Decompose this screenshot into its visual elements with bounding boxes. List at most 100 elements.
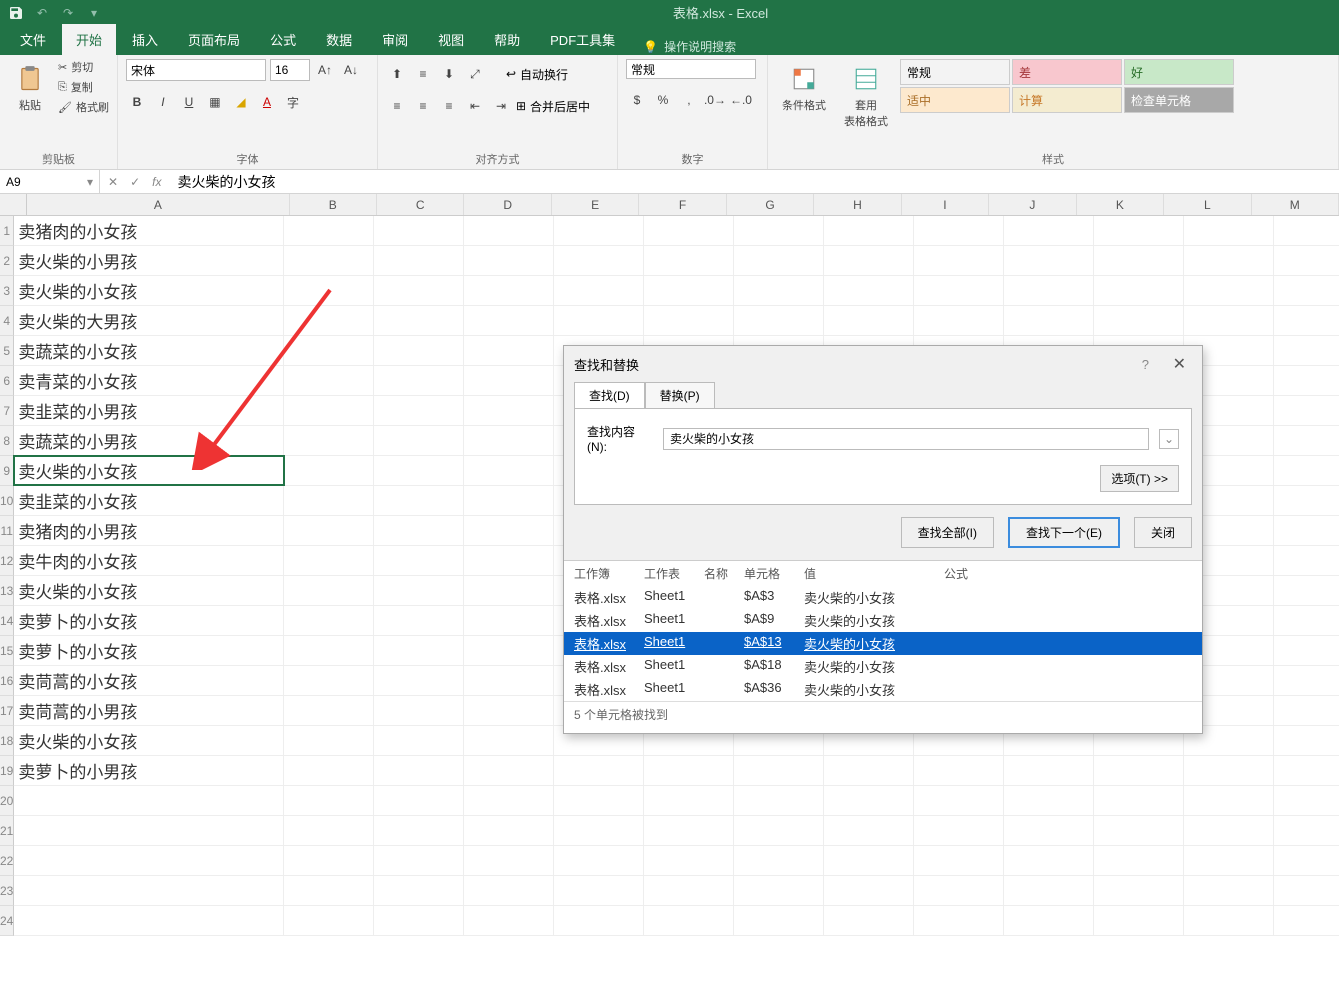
cell-B13[interactable] (284, 576, 374, 605)
cell-B22[interactable] (284, 846, 374, 875)
cell-M1[interactable] (1274, 216, 1339, 245)
name-box[interactable]: A9 ▾ (0, 170, 100, 193)
cell-H19[interactable] (824, 756, 914, 785)
cell-C14[interactable] (374, 606, 464, 635)
cell-G22[interactable] (734, 846, 824, 875)
indent-more-icon[interactable]: ⇥ (490, 95, 512, 117)
cell-G21[interactable] (734, 816, 824, 845)
cell-C8[interactable] (374, 426, 464, 455)
cell-C11[interactable] (374, 516, 464, 545)
cell-A2[interactable]: 卖火柴的小男孩 (14, 246, 284, 275)
cell-A10[interactable]: 卖韭菜的小女孩 (14, 486, 284, 515)
cell-M13[interactable] (1274, 576, 1339, 605)
cell-B14[interactable] (284, 606, 374, 635)
redo-icon[interactable]: ↷ (60, 5, 76, 21)
tab-home[interactable]: 开始 (62, 24, 116, 55)
cell-M19[interactable] (1274, 756, 1339, 785)
cell-H21[interactable] (824, 816, 914, 845)
cell-M7[interactable] (1274, 396, 1339, 425)
cell-A1[interactable]: 卖猪肉的小女孩 (14, 216, 284, 245)
col-header-B[interactable]: B (290, 194, 377, 215)
cell-B10[interactable] (284, 486, 374, 515)
row-header-17[interactable]: 17 (0, 696, 14, 726)
tab-replace-dlg[interactable]: 替换(P) (645, 382, 715, 408)
style-good[interactable]: 好 (1124, 59, 1234, 85)
align-middle-icon[interactable]: ≡ (412, 63, 434, 85)
cell-E24[interactable] (554, 906, 644, 935)
align-bottom-icon[interactable]: ⬇ (438, 63, 460, 85)
style-calc[interactable]: 计算 (1012, 87, 1122, 113)
cell-M2[interactable] (1274, 246, 1339, 275)
cell-C10[interactable] (374, 486, 464, 515)
font-color-button[interactable]: A (256, 91, 278, 113)
cell-B20[interactable] (284, 786, 374, 815)
cell-L23[interactable] (1184, 876, 1274, 905)
cell-E1[interactable] (554, 216, 644, 245)
cell-D16[interactable] (464, 666, 554, 695)
cell-L21[interactable] (1184, 816, 1274, 845)
cell-C3[interactable] (374, 276, 464, 305)
find-input[interactable] (663, 428, 1149, 450)
cell-A13[interactable]: 卖火柴的小女孩 (14, 576, 284, 605)
cut-button[interactable]: ✂剪切 (58, 59, 109, 75)
cell-D2[interactable] (464, 246, 554, 275)
cell-D20[interactable] (464, 786, 554, 815)
col-header-L[interactable]: L (1164, 194, 1251, 215)
cell-D23[interactable] (464, 876, 554, 905)
cell-E4[interactable] (554, 306, 644, 335)
cell-M18[interactable] (1274, 726, 1339, 755)
cell-I20[interactable] (914, 786, 1004, 815)
cell-A18[interactable]: 卖火柴的小女孩 (14, 726, 284, 755)
cell-A19[interactable]: 卖萝卜的小男孩 (14, 756, 284, 785)
cell-M5[interactable] (1274, 336, 1339, 365)
options-button[interactable]: 选项(T) >> (1100, 465, 1179, 492)
cell-B18[interactable] (284, 726, 374, 755)
cell-H3[interactable] (824, 276, 914, 305)
cell-C13[interactable] (374, 576, 464, 605)
cell-D5[interactable] (464, 336, 554, 365)
cell-B1[interactable] (284, 216, 374, 245)
cell-J4[interactable] (1004, 306, 1094, 335)
cell-A5[interactable]: 卖蔬菜的小女孩 (14, 336, 284, 365)
cell-F3[interactable] (644, 276, 734, 305)
row-header-21[interactable]: 21 (0, 816, 14, 846)
cell-C1[interactable] (374, 216, 464, 245)
cell-I19[interactable] (914, 756, 1004, 785)
cell-A9[interactable]: 卖火柴的小女孩 (14, 456, 284, 485)
cell-E3[interactable] (554, 276, 644, 305)
cell-M23[interactable] (1274, 876, 1339, 905)
cell-C19[interactable] (374, 756, 464, 785)
cell-A20[interactable] (14, 786, 284, 815)
cell-B21[interactable] (284, 816, 374, 845)
col-header-H[interactable]: H (814, 194, 901, 215)
cell-B12[interactable] (284, 546, 374, 575)
cell-D9[interactable] (464, 456, 554, 485)
cell-M15[interactable] (1274, 636, 1339, 665)
cell-M9[interactable] (1274, 456, 1339, 485)
paste-button[interactable]: 粘贴 (8, 59, 52, 117)
copy-button[interactable]: ⎘复制 (58, 79, 109, 95)
row-header-16[interactable]: 16 (0, 666, 14, 696)
cell-D19[interactable] (464, 756, 554, 785)
cell-A15[interactable]: 卖萝卜的小女孩 (14, 636, 284, 665)
cell-F22[interactable] (644, 846, 734, 875)
cell-J1[interactable] (1004, 216, 1094, 245)
cell-C16[interactable] (374, 666, 464, 695)
cell-B17[interactable] (284, 696, 374, 725)
cell-K23[interactable] (1094, 876, 1184, 905)
result-row-0[interactable]: 表格.xlsx Sheet1 $A$3 卖火柴的小女孩 (564, 586, 1202, 609)
font-name-select[interactable] (126, 59, 266, 81)
cell-F2[interactable] (644, 246, 734, 275)
row-header-14[interactable]: 14 (0, 606, 14, 636)
cell-C23[interactable] (374, 876, 464, 905)
row-header-18[interactable]: 18 (0, 726, 14, 756)
cell-C17[interactable] (374, 696, 464, 725)
cell-M17[interactable] (1274, 696, 1339, 725)
bold-button[interactable]: B (126, 91, 148, 113)
cell-B4[interactable] (284, 306, 374, 335)
row-header-1[interactable]: 1 (0, 216, 14, 246)
cell-D3[interactable] (464, 276, 554, 305)
cell-D6[interactable] (464, 366, 554, 395)
cell-D14[interactable] (464, 606, 554, 635)
style-normal[interactable]: 常规 (900, 59, 1010, 85)
